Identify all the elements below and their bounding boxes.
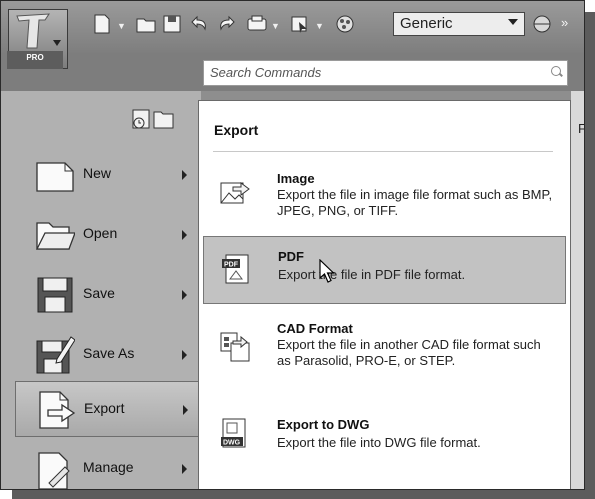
menu-label-open: Open: [83, 225, 118, 241]
export-cad-format-title: CAD Format: [277, 321, 353, 336]
export-dwg-title: Export to DWG: [277, 417, 370, 432]
submenu-arrow-icon: [182, 290, 187, 300]
print-icon[interactable]: [246, 13, 268, 35]
chevron-down-icon[interactable]: ▼: [315, 21, 324, 31]
material-icon[interactable]: [531, 13, 553, 35]
submenu-arrow-icon: [182, 230, 187, 240]
submenu-arrow-icon: [183, 405, 188, 415]
menu-item-save-as[interactable]: Save As: [15, 327, 199, 383]
chevron-down-icon[interactable]: ▼: [271, 21, 280, 31]
cad-format-icon: [220, 332, 250, 362]
pdf-icon: PDF: [222, 254, 249, 284]
export-submenu-panel: Export Image Export the file in image fi…: [198, 100, 571, 489]
chevron-down-icon: [508, 19, 518, 25]
menu-label-save: Save: [83, 285, 115, 301]
export-icon: [39, 391, 76, 429]
background-ribbon-edge: F: [571, 91, 584, 489]
workspace-select[interactable]: Generic: [393, 12, 525, 36]
export-dwg-description: Export the file into DWG file format.: [277, 435, 481, 450]
menu-label-new: New: [83, 165, 112, 181]
export-image-description: Export the file in image file format suc…: [277, 187, 553, 218]
menu-item-open[interactable]: Open: [15, 207, 199, 263]
mouse-cursor-icon: [319, 259, 335, 283]
export-dwg-item[interactable]: DWG Export to DWG Export the file into D…: [203, 405, 566, 465]
save-as-icon: [36, 336, 75, 374]
menu-label-manage: Manage: [83, 459, 134, 475]
app-logo-icon: [16, 13, 61, 49]
submenu-arrow-icon: [182, 464, 187, 474]
menu-label-save-as: Save As: [83, 345, 135, 361]
open-folder-icon[interactable]: [135, 13, 157, 35]
export-pdf-item[interactable]: PDF PDF Export the file in PDF file form…: [203, 236, 566, 304]
search-icon[interactable]: [551, 66, 561, 76]
export-pdf-title: PDF: [278, 249, 304, 264]
application-window: ▼ ▼ ▼ Generic » PRO Search Commands New …: [0, 0, 585, 490]
menu-item-manage[interactable]: Manage: [15, 441, 199, 489]
ribbon-edge-text: F: [578, 121, 584, 136]
menu-item-save[interactable]: Save: [15, 267, 199, 323]
svg-text:DWG: DWG: [223, 440, 241, 447]
recent-documents-icon[interactable]: [132, 109, 150, 129]
submenu-title: Export: [214, 122, 259, 138]
submenu-arrow-icon: [182, 170, 187, 180]
toolbar-overflow-icon[interactable]: »: [561, 15, 568, 30]
menu-item-export[interactable]: Export: [15, 381, 199, 437]
save-disk-icon: [37, 277, 73, 313]
image-export-icon: [220, 182, 250, 204]
new-document-icon: [36, 162, 74, 192]
search-commands-input[interactable]: Search Commands: [203, 60, 568, 86]
chevron-down-icon[interactable]: ▼: [117, 21, 126, 31]
quick-access-toolbar: ▼ ▼ ▼ Generic »: [1, 1, 584, 53]
export-cad-format-description: Export the file in another CAD file form…: [277, 337, 541, 368]
redo-icon[interactable]: [215, 13, 237, 35]
recent-documents-toggle: [131, 108, 175, 135]
workspace-value: Generic: [400, 15, 453, 32]
save-icon[interactable]: [161, 13, 183, 35]
export-cad-format-item[interactable]: CAD Format Export the file in another CA…: [203, 313, 566, 393]
new-file-icon[interactable]: [91, 13, 113, 35]
pro-badge: PRO: [7, 51, 63, 69]
export-image-item[interactable]: Image Export the file in image file form…: [203, 161, 566, 223]
menu-item-new[interactable]: New: [15, 147, 199, 203]
open-folder-icon: [35, 222, 75, 250]
submenu-arrow-icon: [182, 350, 187, 360]
menu-label-export: Export: [84, 400, 125, 416]
select-icon[interactable]: [289, 13, 311, 35]
dwg-icon: DWG: [221, 418, 246, 448]
open-documents-icon[interactable]: [153, 111, 174, 129]
undo-icon[interactable]: [189, 13, 211, 35]
appearance-icon[interactable]: [334, 13, 356, 35]
svg-text:PDF: PDF: [224, 262, 239, 269]
submenu-divider: [213, 151, 553, 152]
export-image-title: Image: [277, 171, 315, 186]
manage-icon: [38, 452, 70, 489]
search-placeholder: Search Commands: [210, 65, 322, 80]
